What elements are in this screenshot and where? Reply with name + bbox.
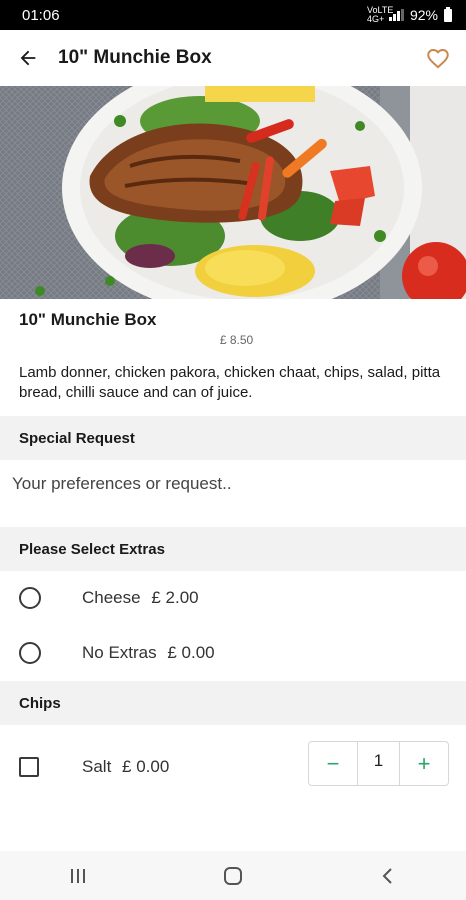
decrement-button[interactable]: − (309, 742, 357, 785)
option-price: £ 0.00 (122, 757, 170, 776)
recent-apps-icon (70, 868, 85, 883)
product-price: £ 8.50 (219, 333, 254, 347)
heart-outline-icon (427, 49, 449, 69)
extra-option-label: No Extras £ 0.00 (82, 643, 215, 663)
back-button[interactable] (0, 30, 56, 86)
checkbox[interactable] (19, 757, 39, 777)
extra-option-label: Cheese £ 2.00 (82, 588, 199, 608)
recent-apps-button[interactable] (48, 856, 108, 896)
extra-option-no-extras[interactable]: No Extras £ 0.00 (0, 627, 466, 679)
chips-option-label: Salt £ 0.00 (82, 757, 169, 777)
app-bar: 10" Munchie Box (0, 30, 466, 86)
system-navigation-bar (0, 851, 466, 900)
extras-heading: Please Select Extras (0, 527, 466, 571)
option-price: £ 0.00 (167, 643, 215, 662)
extra-option-cheese[interactable]: Cheese £ 2.00 (0, 572, 466, 624)
status-bar: 01:06 VoLTE 4G+ 92% (0, 0, 466, 30)
chips-heading: Chips (0, 681, 466, 725)
status-time: 01:06 (22, 6, 60, 24)
favorite-button[interactable] (410, 30, 466, 86)
special-request-input[interactable] (12, 469, 452, 499)
option-name: Cheese (82, 588, 141, 607)
quantity-stepper: − 1 + (308, 741, 449, 786)
option-name: Salt (82, 757, 112, 776)
increment-button[interactable]: + (400, 742, 448, 785)
chevron-left-icon (382, 867, 393, 884)
option-price: £ 2.00 (151, 588, 199, 607)
back-nav-button[interactable] (358, 856, 418, 896)
signal-strength-icon (388, 9, 404, 21)
arrow-left-icon (20, 50, 36, 66)
battery-icon (444, 6, 452, 22)
product-name: 10" Munchie Box (19, 310, 157, 329)
radio-button[interactable] (19, 587, 41, 609)
page-title: 10" Munchie Box (58, 47, 212, 68)
battery-percentage: 92% (409, 7, 438, 23)
product-image (0, 86, 466, 299)
home-icon (223, 866, 242, 885)
status-indicators: VoLTE 4G+ 92% (367, 6, 452, 24)
special-request-heading: Special Request (0, 416, 466, 460)
option-name: No Extras (82, 643, 157, 662)
quantity-value: 1 (357, 742, 400, 785)
network-type-icon: VoLTE 4G+ (366, 5, 394, 24)
product-description: Lamb donner, chicken pakora, chicken cha… (19, 364, 441, 401)
food-plate-illustration (0, 86, 466, 299)
radio-button[interactable] (19, 642, 41, 664)
home-button[interactable] (203, 856, 263, 896)
